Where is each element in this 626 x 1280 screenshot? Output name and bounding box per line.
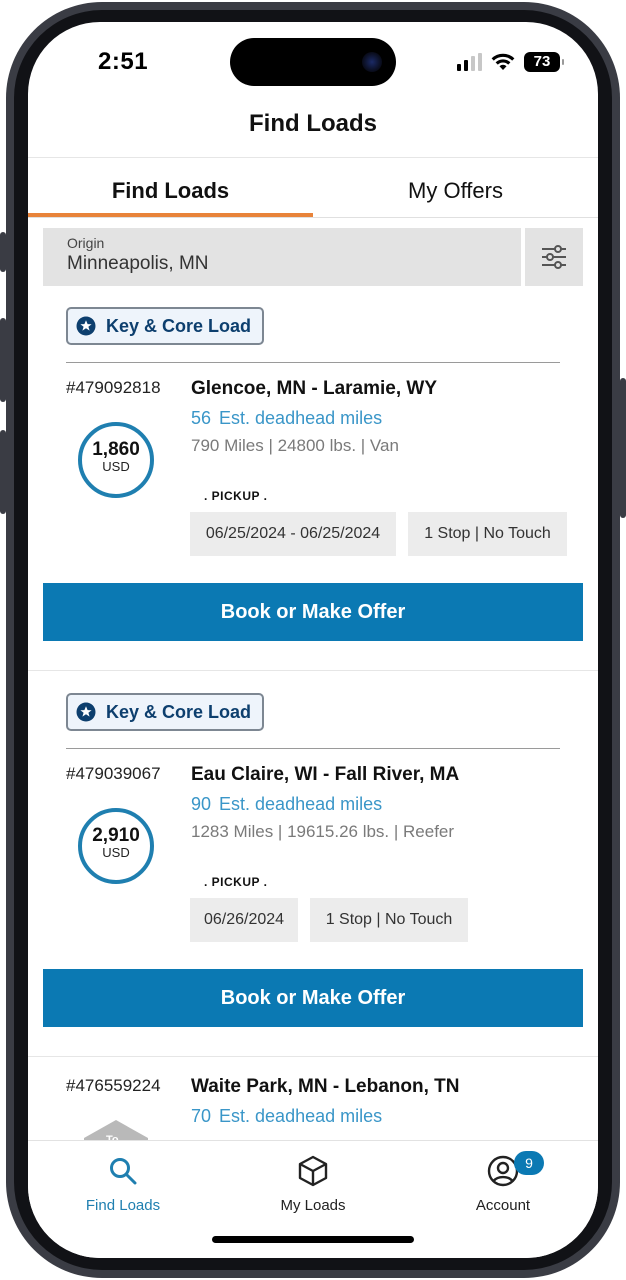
account-icon (408, 1153, 598, 1189)
nav-label: Find Loads (85, 1197, 161, 1214)
camera-icon (362, 52, 382, 72)
load-id: #479039067 (66, 764, 161, 783)
battery-icon: 73 (524, 52, 564, 72)
home-indicator (212, 1236, 414, 1243)
header-divider (28, 157, 598, 158)
card-separator (28, 670, 598, 671)
load-specs: 790 Miles | 24800 lbs. | Van (191, 436, 399, 455)
origin-label: Origin (67, 235, 105, 251)
card-divider (66, 362, 560, 363)
price-circle: 2,910 USD (78, 808, 154, 884)
price-currency: USD (102, 459, 130, 474)
book-or-offer-button[interactable]: Book or Make Offer (43, 969, 583, 1027)
load-route[interactable]: Eau Claire, WI - Fall River, MA (191, 764, 459, 786)
status-time: 2:51 (98, 48, 149, 75)
silent-switch (0, 232, 6, 272)
deadhead-value: 56 (191, 408, 212, 428)
nav-my-loads[interactable]: My Loads (218, 1153, 408, 1214)
notification-badge: 9 (514, 1151, 544, 1175)
key-core-badge: Key & Core Load (66, 307, 264, 345)
volume-down-button (0, 430, 6, 514)
deadhead-miles: 70 Est. deadhead miles (191, 1106, 382, 1127)
power-button (620, 378, 626, 518)
tab-find-loads[interactable]: Find Loads (28, 178, 313, 204)
price-amount: 1,860 (92, 439, 140, 460)
signal-icon (457, 53, 482, 71)
nav-account[interactable]: 9 Account (408, 1151, 598, 1214)
box-icon (218, 1153, 408, 1189)
pickup-dates: 06/26/2024 (190, 898, 298, 942)
origin-value: Minneapolis, MN (67, 253, 209, 274)
deadhead-label: Est. deadhead miles (219, 1106, 383, 1126)
nav-find-loads[interactable]: Find Loads (28, 1153, 218, 1214)
book-or-offer-button[interactable]: Book or Make Offer (43, 583, 583, 641)
stops-info: 1 Stop | No Touch (310, 898, 468, 942)
origin-field[interactable]: Origin Minneapolis, MN (43, 228, 521, 286)
dynamic-island (230, 38, 396, 86)
sliders-icon (542, 245, 566, 269)
app-screen: 2:51 73 Find Loads Find Loads My Offers … (28, 22, 598, 1258)
deadhead-label: Est. deadhead miles (219, 408, 383, 428)
pickup-label: . PICKUP . (204, 489, 268, 503)
key-core-badge: Key & Core Load (66, 693, 264, 731)
filter-button[interactable] (525, 228, 583, 286)
deadhead-value: 70 (191, 1106, 212, 1126)
load-id: #479092818 (66, 378, 161, 397)
tabs-divider (28, 217, 598, 218)
price-circle: 1,860 USD (78, 422, 154, 498)
nav-label: Account (475, 1197, 531, 1214)
star-badge-icon (76, 316, 96, 336)
deadhead-value: 90 (191, 794, 212, 814)
deadhead-miles: 90 Est. deadhead miles (191, 794, 382, 815)
deadhead-miles: 56 Est. deadhead miles (191, 408, 382, 429)
search-icon (28, 1153, 218, 1189)
star-badge-icon (76, 702, 96, 722)
price-currency: USD (102, 845, 130, 860)
wifi-icon (491, 53, 515, 70)
nav-label: My Loads (280, 1197, 346, 1214)
pickup-label: . PICKUP . (204, 875, 268, 889)
status-indicators: 73 (457, 52, 564, 72)
tab-my-offers[interactable]: My Offers (313, 178, 598, 204)
badge-label: Key & Core Load (106, 701, 252, 722)
load-specs: 1283 Miles | 19615.26 lbs. | Reefer (191, 822, 455, 841)
price-amount: 2,910 (92, 825, 140, 846)
deadhead-label: Est. deadhead miles (219, 794, 383, 814)
stops-info: 1 Stop | No Touch (408, 512, 567, 556)
volume-up-button (0, 318, 6, 402)
load-id: #476559224 (66, 1076, 161, 1095)
load-route[interactable]: Waite Park, MN - Lebanon, TN (191, 1076, 460, 1098)
pickup-dates: 06/25/2024 - 06/25/2024 (190, 512, 396, 556)
card-separator (28, 1056, 598, 1057)
card-divider (66, 748, 560, 749)
load-route[interactable]: Glencoe, MN - Laramie, WY (191, 378, 437, 400)
badge-label: Key & Core Load (106, 315, 252, 336)
page-title: Find Loads (249, 110, 377, 137)
